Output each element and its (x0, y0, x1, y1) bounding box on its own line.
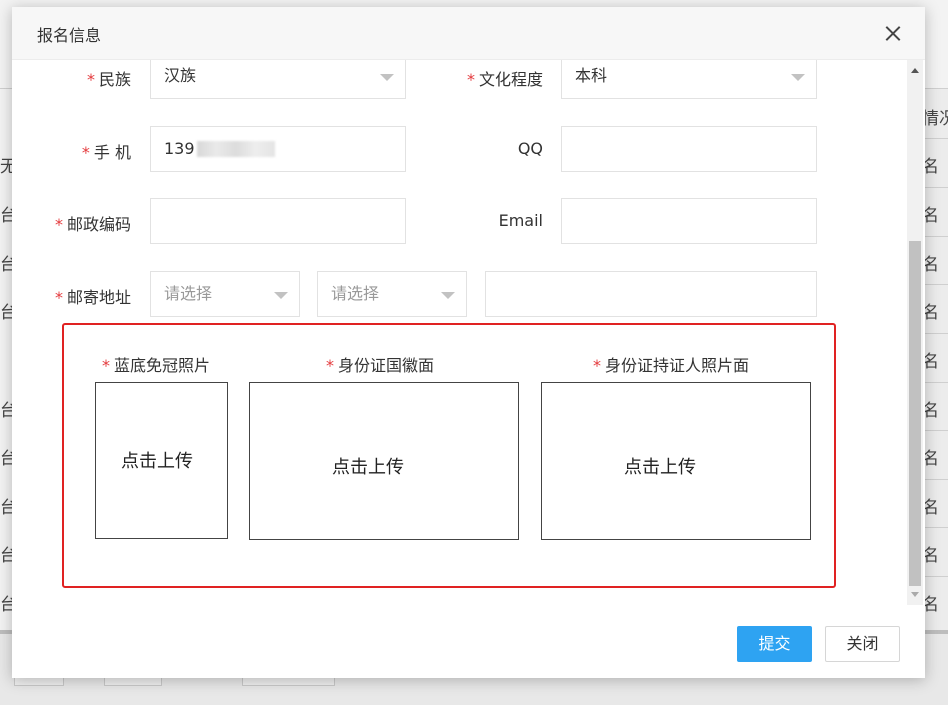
postcode-label: * 邮政编码 (54, 215, 131, 234)
required-mark: * (593, 356, 601, 375)
education-label: * 文化程度 (466, 70, 543, 89)
phone-value: 139 (164, 139, 195, 158)
upload-id-back-text: 点击上传 (332, 457, 404, 478)
address-detail-input[interactable] (485, 271, 817, 317)
background-cell: 名 (922, 352, 939, 372)
required-mark: * (54, 215, 63, 234)
required-mark: * (466, 70, 475, 89)
postcode-input[interactable] (150, 198, 406, 244)
qq-input[interactable] (561, 126, 817, 172)
education-select[interactable]: 本科 (561, 60, 817, 99)
background-cell: 名 (922, 401, 939, 421)
chevron-down-icon (441, 292, 455, 299)
background-cell: 台 (0, 401, 12, 421)
phone-label: * 手 机 (81, 143, 131, 162)
address-label: * 邮寄地址 (54, 288, 131, 307)
upload-label-photo: * 蓝底免冠照片 (102, 356, 211, 375)
city-select[interactable]: 请选择 (317, 271, 467, 317)
email-label: Email (498, 211, 543, 230)
background-cell: 名 (922, 255, 939, 275)
background-cell: 无 (0, 157, 12, 177)
scroll-up-arrow-icon[interactable] (911, 68, 919, 73)
close-icon[interactable] (880, 21, 906, 47)
registration-modal: 报名信息 * 民族 汉族 * 文化程度 本科 * 手 机 139 QQ * 邮政… (12, 7, 925, 678)
email-input[interactable] (561, 198, 817, 244)
background-cell: 台 (0, 449, 12, 469)
submit-button[interactable]: 提交 (737, 626, 812, 662)
city-placeholder: 请选择 (331, 284, 380, 303)
chevron-down-icon (791, 74, 805, 81)
background-cell: 台 (0, 595, 12, 615)
upload-id-back-button[interactable]: 点击上传 (249, 382, 519, 540)
required-mark: * (102, 356, 110, 375)
ethnicity-value: 汉族 (164, 66, 197, 85)
background-cell: 名 (922, 595, 939, 615)
upload-label-id-back: * 身份证国徽面 (326, 356, 435, 375)
background-cell: 名 (922, 157, 939, 177)
background-cell: 名 (922, 206, 939, 226)
modal-header: 报名信息 (12, 7, 925, 60)
background-cell: 台 (0, 255, 12, 275)
province-select[interactable]: 请选择 (150, 271, 300, 317)
background-cell: 台 (0, 303, 12, 323)
upload-id-holder-text: 点击上传 (624, 457, 696, 478)
education-value: 本科 (575, 66, 608, 85)
background-cell: 台 (0, 546, 12, 566)
qq-label: QQ (517, 139, 543, 158)
modal-title: 报名信息 (37, 26, 102, 45)
background-cell: 名 (922, 498, 939, 518)
background-right-header: 情况 (922, 109, 948, 129)
upload-photo-text: 点击上传 (121, 451, 193, 472)
chevron-down-icon (274, 292, 288, 299)
province-placeholder: 请选择 (164, 284, 213, 303)
background-cell: 台 (0, 498, 12, 518)
required-mark: * (326, 356, 334, 375)
upload-highlight-frame: * 蓝底免冠照片 点击上传 * 身份证国徽面 点击上传 * 身份证持证人照片面 点击上… (62, 323, 836, 588)
upload-id-holder-button[interactable]: 点击上传 (541, 382, 811, 540)
required-mark: * (86, 70, 95, 89)
ethnicity-select[interactable]: 汉族 (150, 60, 406, 99)
background-cell: 名 (922, 546, 939, 566)
upload-label-id-holder: * 身份证持证人照片面 (593, 356, 750, 375)
background-cell: 台 (0, 206, 12, 226)
modal-body: * 民族 汉族 * 文化程度 本科 * 手 机 139 QQ * 邮政编码 Email (12, 60, 925, 605)
phone-input[interactable]: 139 (150, 126, 406, 172)
upload-photo-button[interactable]: 点击上传 (95, 382, 228, 539)
background-cell: 名 (922, 449, 939, 469)
scrollbar-thumb[interactable] (909, 241, 921, 586)
close-button[interactable]: 关闭 (825, 626, 900, 662)
redacted-blur (197, 141, 275, 157)
required-mark: * (81, 143, 90, 162)
ethnicity-label: * 民族 (86, 70, 131, 89)
scroll-down-arrow-icon[interactable] (911, 592, 919, 597)
modal-scrollbar[interactable] (907, 60, 923, 605)
chevron-down-icon (380, 74, 394, 81)
background-cell: 名 (922, 303, 939, 323)
required-mark: * (54, 288, 63, 307)
